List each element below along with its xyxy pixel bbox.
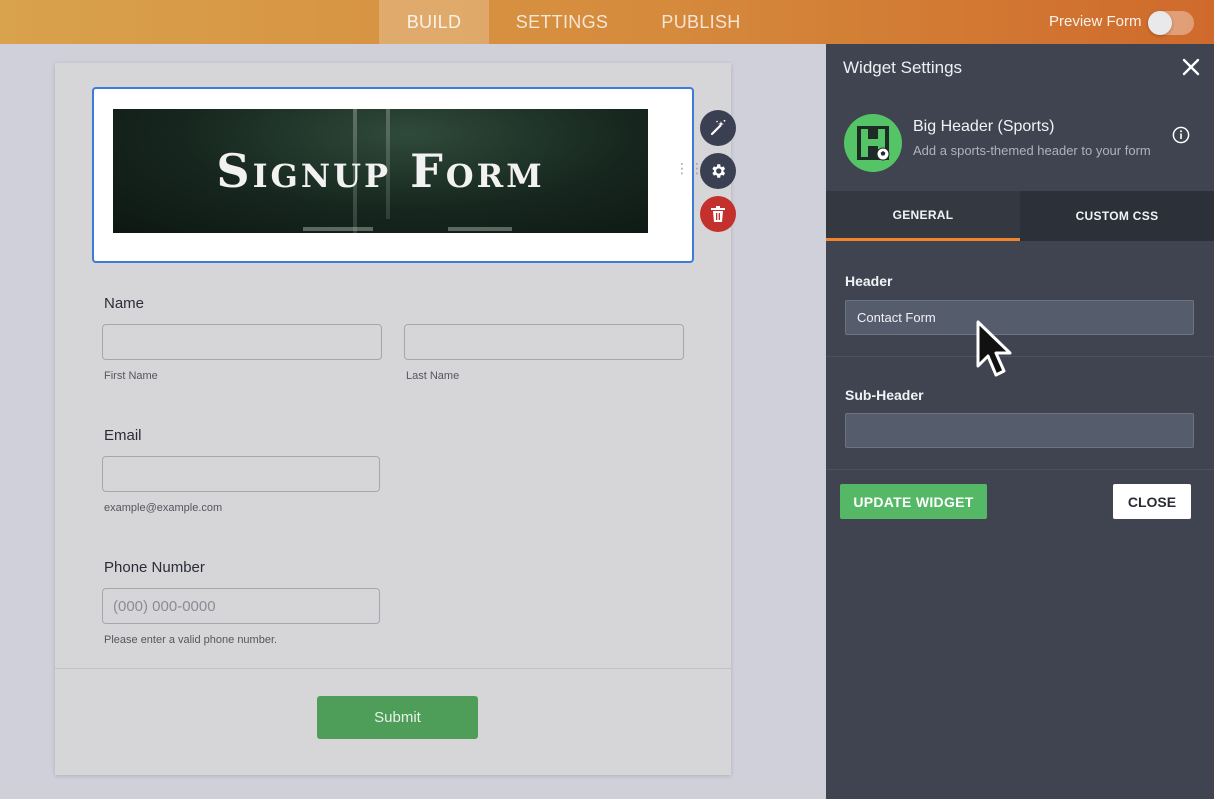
header-field-label: Header [845,273,893,289]
first-name-input[interactable] [102,324,382,360]
email-field-label: Email [104,427,142,444]
tab-build[interactable]: BUILD [379,0,489,44]
header-input-value: Contact Form [857,310,936,325]
first-name-sublabel: First Name [104,370,158,382]
tab-publish[interactable]: PUBLISH [648,0,754,44]
phone-placeholder: (000) 000-0000 [113,598,216,615]
last-name-sublabel: Last Name [406,370,460,382]
panel-title: Widget Settings [843,58,963,77]
close-icon[interactable] [1180,56,1202,78]
banner-title: Signup Form [216,144,545,198]
phone-field-label: Phone Number [104,559,205,576]
submit-button[interactable]: Submit [317,696,478,739]
settings-gear-button[interactable] [700,153,736,189]
update-widget-button[interactable]: UPDATE WIDGET [840,484,987,519]
email-input[interactable] [102,456,380,492]
panel-separator [826,356,1214,357]
delete-button[interactable] [700,196,736,232]
name-field-label: Name [104,295,145,312]
subheader-input[interactable] [845,413,1194,448]
trash-icon [711,206,725,222]
phone-input[interactable]: (000) 000-0000 [102,588,380,624]
header-input[interactable]: Contact Form [845,300,1194,335]
last-name-input[interactable] [404,324,684,360]
magic-wand-button[interactable] [700,110,736,146]
form-divider [55,668,731,669]
widget-name: Big Header (Sports) [913,118,1055,135]
cursor-pointer-icon [976,320,1012,377]
preview-form-toggle[interactable] [1148,11,1194,35]
toggle-knob [1148,11,1172,35]
email-sublabel: example@example.com [104,502,223,514]
tab-settings[interactable]: SETTINGS [505,0,619,44]
tab-custom-css[interactable]: CUSTOM CSS [1020,191,1214,241]
close-button[interactable]: CLOSE [1113,484,1191,519]
info-icon[interactable] [1172,126,1190,144]
preview-form-label: Preview Form [1049,13,1142,30]
tab-general[interactable]: GENERAL [826,191,1020,241]
drag-handle-icon[interactable]: ⋮⋮ [675,161,704,185]
soccer-ball-icon [857,126,890,161]
panel-tabs: GENERAL CUSTOM CSS [826,191,1214,241]
header-banner-image: Signup Form [113,109,648,233]
top-navigation-bar: BUILD SETTINGS PUBLISH Preview Form [0,0,1214,44]
widget-logo-icon [844,114,902,172]
gear-icon [712,164,726,178]
magic-wand-icon [710,119,726,136]
phone-sublabel: Please enter a valid phone number. [104,634,278,646]
widget-description: Add a sports-themed header to your form [913,143,1151,158]
panel-separator [826,469,1214,470]
subheader-field-label: Sub-Header [845,387,924,403]
